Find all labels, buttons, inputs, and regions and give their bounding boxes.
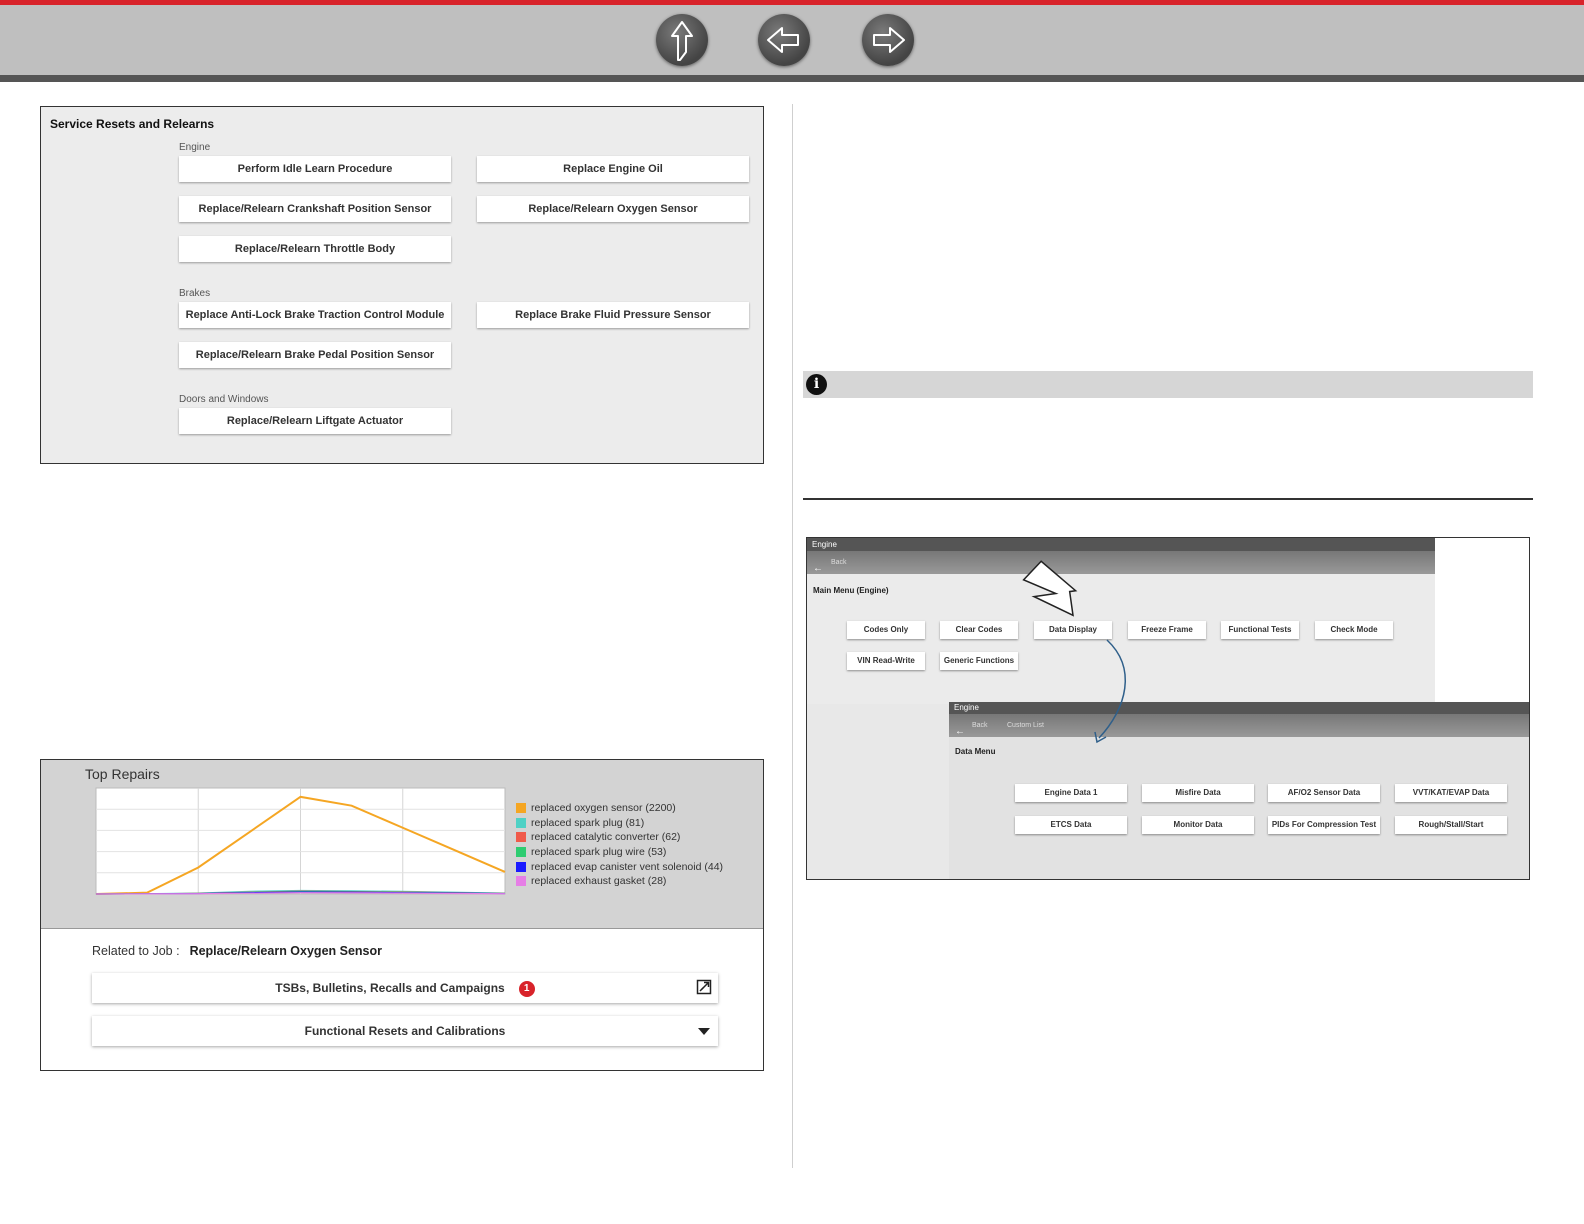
legend-swatch — [516, 876, 526, 887]
rough-stall-start-button[interactable]: Rough/Stall/Start — [1395, 816, 1507, 834]
top-accent-stripe — [0, 0, 1584, 5]
toolbar-bottom-border — [0, 75, 1584, 82]
legend-swatch — [516, 847, 526, 858]
top-repairs-panel: Top Repairs replaced oxygen sensor (2200… — [40, 759, 764, 1071]
legend-label: replaced exhaust gasket (28) — [531, 875, 667, 888]
custom-list-label[interactable]: Custom List — [1007, 714, 1044, 737]
legend-item: replaced oxygen sensor (2200) — [516, 801, 723, 816]
horizontal-rule — [803, 498, 1533, 500]
functional-resets-button[interactable]: Functional Resets and Calibrations — [92, 1016, 718, 1046]
back-label[interactable]: Back — [972, 714, 988, 737]
window-back-bar: ← Back Custom List — [949, 714, 1529, 737]
clear-codes-button[interactable]: Clear Codes — [940, 621, 1018, 639]
freeze-frame-button[interactable]: Freeze Frame — [1128, 621, 1206, 639]
top-repairs-chart — [95, 787, 506, 895]
related-label: Related to Job : — [92, 944, 180, 958]
legend-swatch — [516, 861, 526, 872]
chart-legend: replaced oxygen sensor (2200) replaced sp… — [516, 801, 723, 889]
info-note-bar: i — [803, 371, 1533, 398]
throttle-body-button[interactable]: Replace/Relearn Throttle Body — [179, 236, 451, 262]
section-label-brakes: Brakes — [179, 288, 211, 299]
up-arrow-icon — [671, 21, 693, 61]
legend-item: replaced evap canister vent solenoid (44… — [516, 859, 723, 874]
external-link-icon[interactable] — [696, 979, 712, 995]
perform-idle-learn-button[interactable]: Perform Idle Learn Procedure — [179, 156, 451, 182]
legend-item: replaced spark plug wire (53) — [516, 845, 723, 860]
forward-button[interactable] — [862, 14, 914, 66]
codes-only-button[interactable]: Codes Only — [847, 621, 925, 639]
engine-menu-figure: Engine ← Back Main Menu (Engine) Codes O… — [806, 537, 1530, 880]
window-title: Engine — [949, 702, 1529, 714]
oxygen-sensor-button[interactable]: Replace/Relearn Oxygen Sensor — [477, 196, 749, 222]
info-icon: i — [806, 374, 827, 395]
legend-swatch — [516, 817, 526, 828]
generic-functions-button[interactable]: Generic Functions — [940, 652, 1018, 670]
section-label-doors: Doors and Windows — [179, 394, 269, 405]
vin-read-write-button[interactable]: VIN Read-Write — [847, 652, 925, 670]
back-button[interactable] — [758, 14, 810, 66]
window-back-bar: ← Back — [807, 551, 1435, 574]
legend-label: replaced spark plug wire (53) — [531, 846, 667, 859]
monitor-data-button[interactable]: Monitor Data — [1142, 816, 1254, 834]
figure-blank-area — [1435, 538, 1529, 702]
left-arrow-icon — [767, 27, 799, 53]
service-resets-title: Service Resets and Relearns — [50, 117, 215, 131]
legend-item: replaced spark plug (81) — [516, 816, 723, 831]
related-job-name: Replace/Relearn Oxygen Sensor — [189, 944, 383, 958]
main-menu-window: Engine ← Back Main Menu (Engine) Codes O… — [807, 538, 1435, 704]
up-button[interactable] — [656, 14, 708, 66]
legend-item: replaced catalytic converter (62) — [516, 830, 723, 845]
window-title: Engine — [807, 538, 1435, 551]
tsb-count-badge: 1 — [518, 980, 535, 997]
functional-resets-label: Functional Resets and Calibrations — [304, 1024, 506, 1038]
engine-data-1-button[interactable]: Engine Data 1 — [1015, 784, 1127, 802]
data-menu-window: Engine ← Back Custom List Data Menu Engi… — [949, 702, 1529, 879]
section-label-engine: Engine — [179, 142, 211, 153]
legend-label: replaced catalytic converter (62) — [531, 831, 681, 844]
legend-item: replaced exhaust gasket (28) — [516, 874, 723, 889]
right-arrow-icon — [873, 27, 905, 53]
functional-tests-button[interactable]: Functional Tests — [1221, 621, 1299, 639]
tsb-label: TSBs, Bulletins, Recalls and Campaigns — [275, 981, 505, 995]
legend-label: replaced spark plug (81) — [531, 816, 645, 829]
main-menu-header: Main Menu (Engine) — [813, 586, 889, 595]
brake-fluid-sensor-button[interactable]: Replace Brake Fluid Pressure Sensor — [477, 302, 749, 328]
chevron-down-icon — [698, 1028, 710, 1035]
vvt-kat-evap-data-button[interactable]: VVT/KAT/EVAP Data — [1395, 784, 1507, 802]
back-arrow-icon[interactable]: ← — [955, 720, 965, 743]
data-menu-header: Data Menu — [955, 747, 996, 756]
abs-module-button[interactable]: Replace Anti-Lock Brake Traction Control… — [179, 302, 451, 328]
legend-swatch — [516, 803, 526, 814]
legend-swatch — [516, 832, 526, 843]
chart-area: Top Repairs replaced oxygen sensor (2200… — [41, 760, 763, 929]
etcs-data-button[interactable]: ETCS Data — [1015, 816, 1127, 834]
tsb-button[interactable]: TSBs, Bulletins, Recalls and Campaigns 1 — [92, 973, 718, 1003]
data-display-button[interactable]: Data Display — [1034, 621, 1112, 639]
check-mode-button[interactable]: Check Mode — [1315, 621, 1393, 639]
replace-engine-oil-button[interactable]: Replace Engine Oil — [477, 156, 749, 182]
pids-compression-test-button[interactable]: PIDs For Compression Test — [1268, 816, 1380, 834]
legend-label: replaced evap canister vent solenoid (44… — [531, 860, 724, 873]
top-toolbar — [0, 0, 1584, 82]
misfire-data-button[interactable]: Misfire Data — [1142, 784, 1254, 802]
crankshaft-sensor-button[interactable]: Replace/Relearn Crankshaft Position Sens… — [179, 196, 451, 222]
related-to-job: Related to Job : Replace/Relearn Oxygen S… — [92, 944, 382, 958]
brake-pedal-sensor-button[interactable]: Replace/Relearn Brake Pedal Position Sen… — [179, 342, 451, 368]
af-o2-sensor-data-button[interactable]: AF/O2 Sensor Data — [1268, 784, 1380, 802]
liftgate-actuator-button[interactable]: Replace/Relearn Liftgate Actuator — [179, 408, 451, 434]
back-label[interactable]: Back — [831, 559, 847, 566]
back-arrow-icon[interactable]: ← — [813, 557, 823, 580]
service-resets-panel: Service Resets and Relearns Engine Perfo… — [40, 106, 764, 464]
legend-label: replaced oxygen sensor (2200) — [531, 802, 676, 815]
column-divider — [792, 104, 793, 1168]
